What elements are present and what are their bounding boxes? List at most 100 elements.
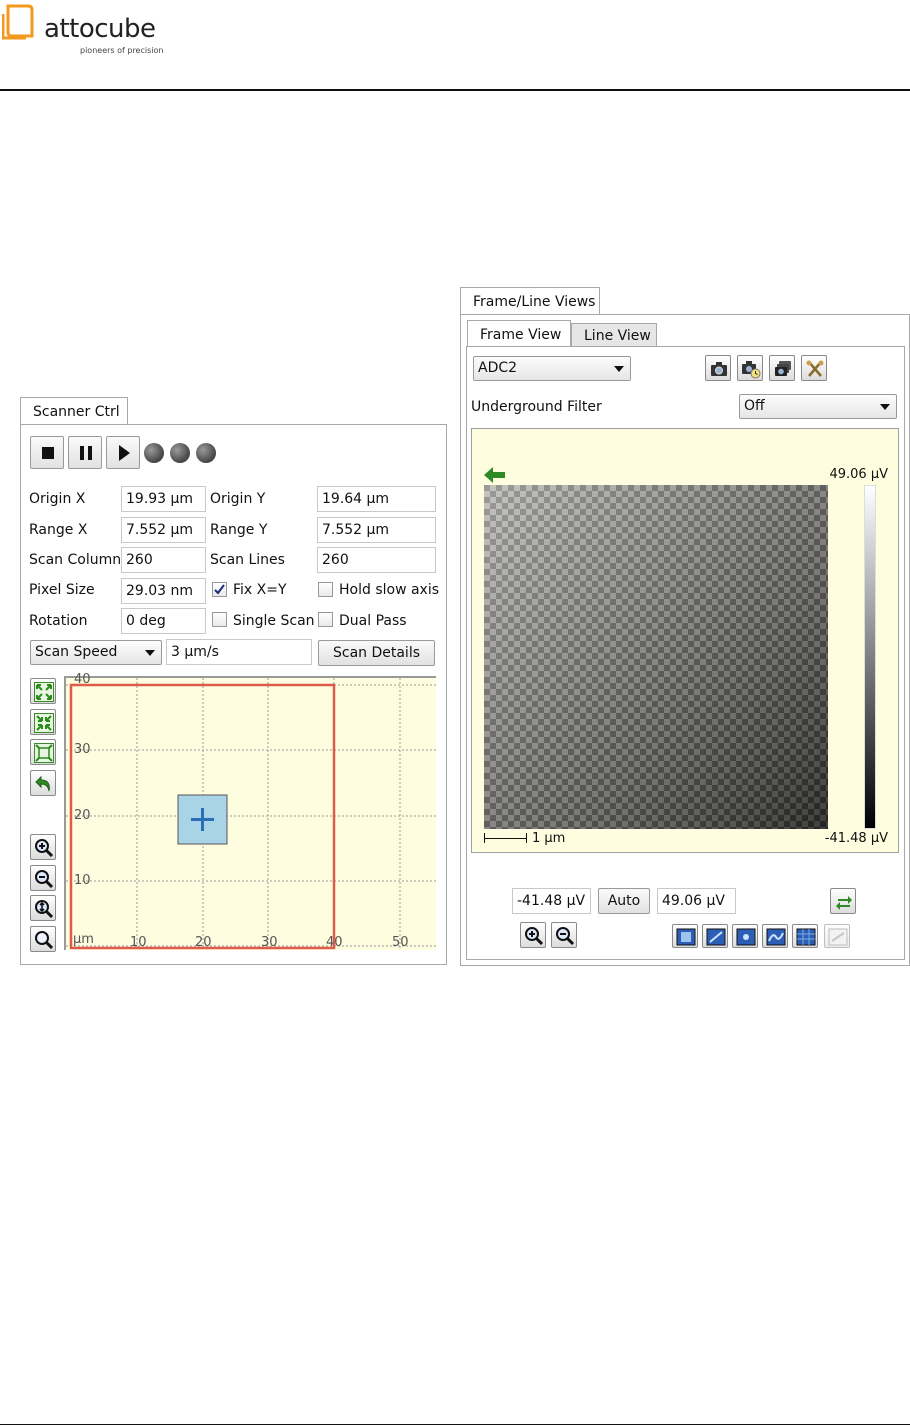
- fix-xy-checkbox[interactable]: [212, 582, 227, 597]
- range-y-label: Range Y: [210, 522, 268, 538]
- brand-name: attocube: [44, 14, 156, 44]
- zoom-to-fit-button[interactable]: [30, 678, 56, 704]
- shrink-range-button[interactable]: [30, 709, 56, 735]
- dual-pass-checkbox[interactable]: [318, 612, 333, 627]
- rotation-field[interactable]: 0 deg: [121, 608, 206, 634]
- zoom-reset-button[interactable]: [30, 926, 56, 952]
- zoom-fit-button[interactable]: [30, 895, 56, 921]
- view-mode-5-button[interactable]: [792, 924, 818, 948]
- status-led-2: [170, 443, 190, 463]
- view-mode-6-button[interactable]: [824, 924, 850, 948]
- scan-speed-field[interactable]: 3 µm/s: [166, 639, 312, 665]
- stop-icon: [42, 447, 54, 459]
- scan-area-plot[interactable]: 40 30 20 10 µm 10 20 30 40 50: [64, 672, 436, 950]
- undo-button[interactable]: [30, 770, 56, 796]
- multi-snapshot-button[interactable]: [769, 355, 795, 381]
- tab-frame-view[interactable]: Frame View: [467, 320, 571, 347]
- y-tick-10: 10: [74, 873, 91, 888]
- image-zoom-in-button[interactable]: [520, 922, 546, 948]
- x-tick-50: 50: [392, 935, 409, 950]
- camera-timer-icon: [742, 361, 761, 379]
- colorbar-min-label: -41.48 µV: [824, 831, 888, 846]
- tools-icon: [806, 360, 824, 377]
- snapshot-button[interactable]: [705, 355, 731, 381]
- x-tick-10: 10: [130, 935, 147, 950]
- view-mode-4-button[interactable]: [762, 924, 788, 948]
- back-arrow-icon[interactable]: [484, 467, 506, 483]
- zoom-out-button[interactable]: [30, 865, 56, 891]
- range-min-field[interactable]: -41.48 µV: [512, 888, 591, 914]
- pixel-size-field[interactable]: 29.03 nm: [121, 578, 206, 604]
- checkmark-icon: [214, 584, 225, 595]
- scan-lines-field[interactable]: 260: [317, 547, 436, 573]
- point-view-icon: [736, 928, 756, 946]
- scalebar-tick-left: [484, 833, 485, 843]
- range-x-field[interactable]: 7.552 µm: [121, 517, 206, 543]
- pause-icon: [80, 446, 92, 460]
- timed-snapshot-button[interactable]: [737, 355, 763, 381]
- full-range-button[interactable]: [30, 739, 56, 765]
- zoom-out-icon: [35, 870, 54, 889]
- dual-pass-label: Dual Pass: [339, 613, 407, 629]
- view-mode-2-button[interactable]: [702, 924, 728, 948]
- footer-divider: [0, 1424, 910, 1425]
- grid-view-icon: [796, 928, 816, 946]
- status-led-1: [144, 443, 164, 463]
- range-y-field[interactable]: 7.552 µm: [317, 517, 436, 543]
- stop-button[interactable]: [30, 436, 64, 469]
- zoom-in-icon: [525, 927, 544, 946]
- plot-background: [66, 678, 436, 950]
- underground-filter-label: Underground Filter: [471, 399, 602, 415]
- scalebar-label: 1 µm: [532, 831, 566, 846]
- channel-dropdown-value: ADC2: [478, 360, 518, 376]
- scan-speed-dropdown-value: Scan Speed: [35, 644, 118, 660]
- zoom-in-button[interactable]: [30, 834, 56, 860]
- view-settings-button[interactable]: [801, 355, 827, 381]
- tab-frame-line-views[interactable]: Frame/Line Views: [460, 287, 600, 315]
- swap-arrows-icon: [836, 896, 852, 910]
- scan-details-button[interactable]: Scan Details: [318, 640, 435, 666]
- tab-line-view-label: Line View: [584, 328, 651, 344]
- range-max-field[interactable]: 49.06 µV: [657, 888, 736, 914]
- tab-scanner-ctrl[interactable]: Scanner Ctrl: [20, 397, 128, 425]
- pause-button[interactable]: [68, 436, 102, 469]
- chevron-down-icon: [614, 366, 624, 372]
- range-x-label: Range X: [29, 522, 88, 538]
- image-zoom-out-button[interactable]: [551, 922, 577, 948]
- colorbar: [864, 485, 876, 829]
- tab-scanner-ctrl-label: Scanner Ctrl: [33, 404, 120, 420]
- origin-x-label: Origin X: [29, 491, 86, 507]
- view-mode-3-button[interactable]: [732, 924, 758, 948]
- frame-image-area[interactable]: 49.06 µV -41.48 µV 1 µm: [471, 428, 899, 853]
- scan-image[interactable]: [484, 485, 828, 829]
- scalebar: [484, 838, 527, 839]
- single-scan-checkbox[interactable]: [212, 612, 227, 627]
- undo-arrow-icon: [35, 775, 50, 792]
- scan-speed-dropdown[interactable]: Scan Speed: [30, 640, 162, 665]
- play-button[interactable]: [106, 436, 140, 469]
- chevron-down-icon: [880, 404, 890, 410]
- scan-lines-label: Scan Lines: [210, 552, 285, 568]
- scan-columns-field[interactable]: 260: [121, 547, 206, 573]
- tab-frame-line-views-label: Frame/Line Views: [473, 294, 596, 310]
- x-tick-40: 40: [326, 935, 343, 950]
- colorbar-max-label: 49.06 µV: [829, 467, 888, 482]
- origin-y-field[interactable]: 19.64 µm: [317, 486, 436, 512]
- swap-range-button[interactable]: [830, 888, 856, 914]
- underground-filter-dropdown[interactable]: Off: [739, 394, 897, 419]
- brand-tagline: pioneers of precision: [80, 46, 164, 55]
- zoom-out-icon: [556, 927, 575, 946]
- camera-stack-icon: [775, 361, 791, 376]
- y-tick-30: 30: [74, 742, 91, 757]
- magnifier-icon: [35, 931, 54, 950]
- y-tick-40: 40: [74, 672, 91, 687]
- x-tick-30: 30: [261, 935, 278, 950]
- origin-x-field[interactable]: 19.93 µm: [121, 486, 206, 512]
- hold-slow-axis-label: Hold slow axis: [339, 582, 440, 598]
- channel-dropdown[interactable]: ADC2: [473, 356, 631, 381]
- single-scan-label: Single Scan: [233, 613, 315, 629]
- auto-range-button[interactable]: Auto: [598, 888, 650, 914]
- view-mode-1-button[interactable]: [672, 924, 698, 948]
- tab-line-view[interactable]: Line View: [571, 323, 657, 347]
- hold-slow-axis-checkbox[interactable]: [318, 582, 333, 597]
